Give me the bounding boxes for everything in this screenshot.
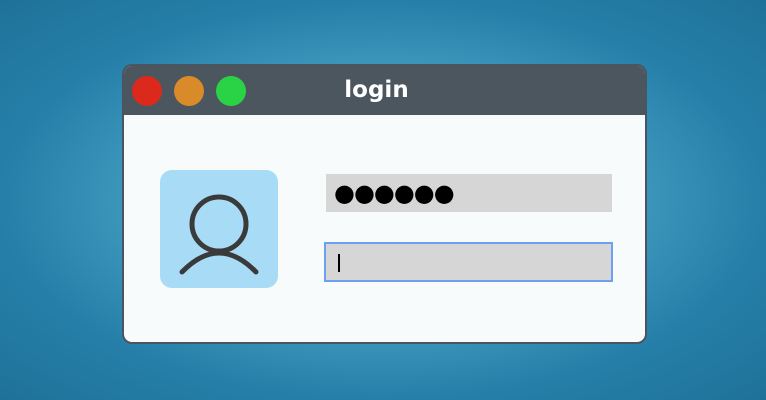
text-cursor <box>338 254 340 272</box>
username-field[interactable] <box>324 242 613 282</box>
window-title: login <box>344 77 409 103</box>
login-window: login ●●●●●● <box>122 64 647 344</box>
username-input[interactable] <box>344 244 594 280</box>
user-icon <box>179 194 259 275</box>
password-mask: ●●●●●● <box>334 179 455 207</box>
avatar <box>160 170 278 288</box>
password-field[interactable]: ●●●●●● <box>326 174 612 212</box>
title-bar: login <box>124 66 645 115</box>
